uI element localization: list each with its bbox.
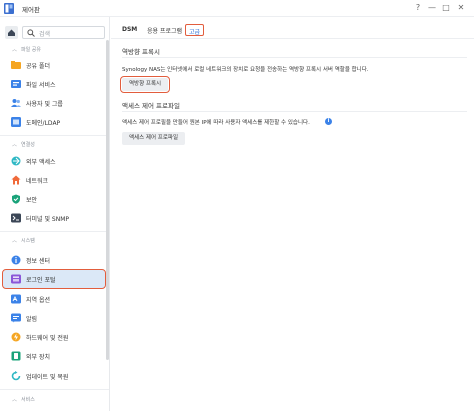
reverse-proxy-title: 역방향 프록시 xyxy=(122,48,160,56)
search-placeholder: 검색 xyxy=(39,31,51,38)
network-icon xyxy=(11,175,21,185)
control-panel-icon xyxy=(4,3,14,14)
sidebar-item-terminal-snmp[interactable]: 터미널 및 SNMP xyxy=(3,209,105,227)
close-button[interactable]: ✕ xyxy=(456,3,466,13)
sidebar-item-domain-ldap[interactable]: 도메인/LDAP xyxy=(3,113,105,131)
info-icon[interactable]: i xyxy=(325,118,332,125)
domain-ldap-icon xyxy=(11,117,21,127)
main-content: DSM 응용 프로그램 고급 역방향 프록시 Synology NAS는 인터넷… xyxy=(111,17,474,411)
section-system[interactable]: ︿ 시스템 xyxy=(12,237,35,244)
tab-dsm[interactable]: DSM xyxy=(122,26,137,33)
user-group-icon xyxy=(11,99,21,107)
external-devices-icon xyxy=(11,351,21,361)
sidebar-item-login-portal[interactable]: 로그인 포털 xyxy=(2,269,106,289)
section-services[interactable]: ︿ 서비스 xyxy=(12,396,35,403)
sidebar-item-security[interactable]: 보안 xyxy=(3,190,105,208)
shared-folder-icon xyxy=(11,61,21,69)
security-shield-icon xyxy=(12,194,20,204)
access-control-profile-button[interactable]: 액세스 제어 프로파일 xyxy=(122,132,186,145)
search-input[interactable]: 검색 xyxy=(22,26,105,39)
hardware-power-icon xyxy=(11,332,21,342)
sidebar-item-external-access[interactable]: 외부 액세스 xyxy=(3,152,105,170)
tab-bar: DSM 응용 프로그램 고급 xyxy=(111,17,474,39)
search-icon xyxy=(27,29,35,37)
section-divider xyxy=(122,57,467,58)
maximize-button[interactable]: □ xyxy=(441,3,451,13)
sidebar-item-user-group[interactable]: 사용자 및 그룹 xyxy=(3,94,105,112)
sidebar-item-network[interactable]: 네트워크 xyxy=(3,171,105,189)
section-divider xyxy=(0,135,109,136)
tab-advanced[interactable]: 고급 xyxy=(185,24,205,36)
update-restore-icon xyxy=(11,371,21,381)
chevron-up-icon: ︿ xyxy=(12,397,18,403)
login-portal-icon xyxy=(11,274,21,284)
section-divider xyxy=(0,389,109,390)
sidebar-item-file-services[interactable]: 파일 서비스 xyxy=(3,75,105,93)
access-control-title: 액세스 제어 프로파일 xyxy=(122,102,180,110)
chevron-up-icon: ︿ xyxy=(12,238,18,244)
sidebar-item-external-devices[interactable]: 외부 장치 xyxy=(3,347,105,365)
home-icon xyxy=(8,29,15,36)
help-icon[interactable]: ? xyxy=(413,3,423,13)
section-file-sharing[interactable]: ︿ 파일 공유 xyxy=(12,46,41,53)
access-control-description: 액세스 제어 프로필을 만들어 원본 IP에 따라 사용자 액세스를 제한할 수… xyxy=(122,120,310,126)
sidebar-item-info-center[interactable]: 정보 센터 xyxy=(3,251,105,269)
sidebar-scrollbar[interactable] xyxy=(106,40,109,360)
window-title: 제어판 xyxy=(22,6,40,14)
file-services-icon xyxy=(11,80,21,88)
sidebar-item-notification[interactable]: 알림 xyxy=(3,309,105,327)
regional-options-icon xyxy=(11,294,21,304)
sidebar-item-regional-options[interactable]: 지역 옵션 xyxy=(3,290,105,308)
title-bar: 제어판 ? — □ ✕ xyxy=(0,0,474,17)
section-divider xyxy=(122,111,467,112)
reverse-proxy-button[interactable]: 역방향 프록시 xyxy=(119,76,171,93)
sidebar: 검색 ︿ 파일 공유 공유 폴더 파일 서비스 사용자 및 그룹 도메인/LDAP… xyxy=(0,17,110,411)
minimize-button[interactable]: — xyxy=(427,3,437,13)
section-connectivity[interactable]: ︿ 연결성 xyxy=(12,141,35,148)
sidebar-item-update-restore[interactable]: 업데이트 및 복원 xyxy=(3,367,105,385)
chevron-up-icon: ︿ xyxy=(12,47,18,53)
info-center-icon xyxy=(11,255,21,265)
tab-applications[interactable]: 응용 프로그램 xyxy=(147,26,182,35)
reverse-proxy-description: Synology NAS는 인터넷에서 로컬 네트워크의 장치로 요청을 전송하… xyxy=(122,67,369,73)
home-button[interactable] xyxy=(5,26,18,39)
external-access-icon xyxy=(11,156,21,166)
section-divider xyxy=(0,231,109,232)
terminal-icon xyxy=(11,213,21,223)
sidebar-item-shared-folder[interactable]: 공유 폴더 xyxy=(3,56,105,74)
chevron-up-icon: ︿ xyxy=(12,142,18,148)
notification-icon xyxy=(11,313,21,323)
sidebar-item-hardware-power[interactable]: 하드웨어 및 전원 xyxy=(3,328,105,346)
